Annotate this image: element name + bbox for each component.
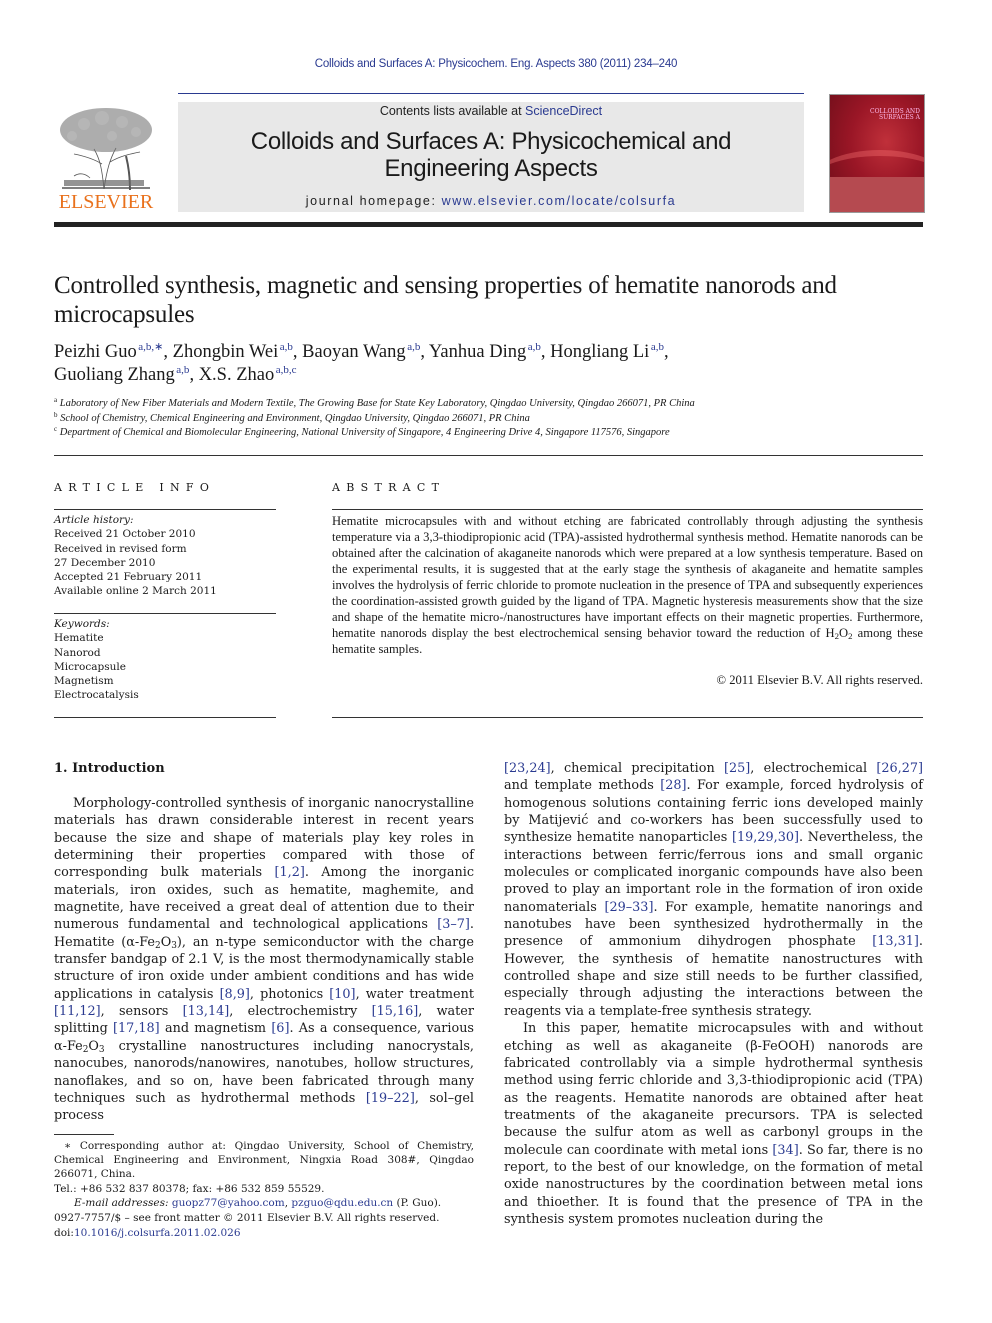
keywords: Keywords: Hematite Nanorod Microcapsule … [54,617,276,703]
affiliation-c: c Department of Chemical and Biomolecula… [54,425,670,439]
citation-link[interactable]: [28] [660,778,686,793]
keyword: Hematite [54,632,104,645]
journal-homepage: journal homepage: www.elsevier.com/locat… [178,194,804,208]
affiliation-marker[interactable]: a,b [651,341,664,353]
keywords-label: Keywords: [54,618,110,630]
journal-title-line-1: Colloids and Surfaces A: Physicochemical… [250,128,732,155]
citation-link[interactable]: [13,31] [872,934,919,949]
citation-link[interactable]: [17,18] [113,1021,160,1036]
affiliation-marker[interactable]: a,b [280,341,293,353]
email-link[interactable]: guopz77@yahoo.com [172,1197,285,1209]
body-column-left: Morphology-controlled synthesis of inorg… [54,795,474,1125]
history-item: Received in revised form [54,542,187,555]
affiliation-a: a Laboratory of New Fiber Materials and … [54,396,695,410]
paragraph: Morphology-controlled synthesis of inorg… [54,796,474,1124]
keyword: Nanorod [54,646,101,659]
history-item: Available online 2 March 2011 [54,585,217,598]
divider [332,717,923,718]
citation-link[interactable]: [29–33] [604,900,653,915]
affiliation-marker[interactable]: a,b [528,341,541,353]
divider [54,717,276,718]
homepage-label: journal homepage: [305,194,442,208]
paragraph: [23,24], chemical precipitation [25], el… [504,761,924,1019]
citation-link[interactable]: [25] [724,761,750,776]
contact-phone: Tel.: +86 532 837 80378; fax: +86 532 85… [54,1182,325,1195]
journal-title-line-2: Engineering Aspects [384,155,598,182]
citation-link[interactable]: [13,14] [183,1004,230,1019]
citation-link[interactable]: [6] [271,1021,289,1036]
affiliation-marker[interactable]: a,b [407,341,420,353]
contents-line: Contents lists available at ScienceDirec… [178,104,804,118]
author[interactable]: Zhongbin Wei a,b [173,341,293,363]
doi-link[interactable]: 10.1016/j.colsurfa.2011.02.026 [74,1227,241,1239]
title-divider [54,455,923,456]
footnote-divider [54,1134,114,1135]
abstract-heading: ABSTRACT [332,481,446,494]
corresponding-author: ∗ Corresponding author at: Qingdao Unive… [54,1140,474,1181]
citation-link[interactable]: [15,16] [372,1004,419,1019]
author[interactable]: Baoyan Wang a,b [302,341,420,363]
header-thick-rule [54,222,923,227]
abstract-body: Hematite microcapsules with and without … [332,514,923,656]
author[interactable]: Yanhua Ding a,b [429,341,541,363]
citation-link[interactable]: [23,24] [504,761,551,776]
author[interactable]: Peizhi Guo a,b,∗ [54,341,163,363]
citation-link[interactable]: [19,29,30] [732,830,799,845]
citation-link[interactable]: [10] [329,987,355,1002]
history-item: Accepted 21 February 2011 [54,571,203,584]
citation-link[interactable]: [1,2] [275,865,305,880]
keyword: Electrocatalysis [54,689,139,702]
divider [54,613,276,614]
divider [54,509,276,510]
sciencedirect-link[interactable]: ScienceDirect [525,104,602,118]
affiliations: a Laboratory of New Fiber Materials and … [54,397,934,441]
abstract-copyright: © 2011 Elsevier B.V. All rights reserved… [716,673,924,687]
email-link[interactable]: pzguo@qdu.edu.cn [291,1197,393,1209]
affiliation-marker[interactable]: a,b,∗ [138,341,163,353]
body-column-right: [23,24], chemical precipitation [25], el… [504,760,923,1228]
affiliation-b: b School of Chemistry, Chemical Engineer… [54,410,530,424]
doi-line: doi:10.1016/j.colsurfa.2011.02.026 [54,1227,241,1239]
contents-prefix: Contents lists available at [379,104,526,118]
article-history: Article history: Received 21 October 201… [54,513,276,599]
paragraph: In this paper, hematite microcapsules wi… [504,1021,923,1227]
cover-bottom-band [830,177,924,212]
journal-reference[interactable]: Colloids and Surfaces A: Physicochem. En… [0,58,992,70]
email-label: E-mail addresses: [74,1196,169,1209]
section-heading-introduction: 1. Introduction [54,761,165,776]
citation-link[interactable]: [26,27] [876,761,923,776]
corresponding-author-footnote: ∗ Corresponding author at: Qingdao Unive… [54,1139,474,1210]
citation-link[interactable]: [19–22] [366,1091,415,1106]
cover-title: COLLOIDS AND SURFACES A [870,108,920,121]
elsevier-wordmark: ELSEVIER [58,191,154,213]
author[interactable]: X.S. Zhao a,b,c [199,364,297,386]
journal-cover-image[interactable]: COLLOIDS AND SURFACES A [829,94,925,213]
issn-line: 0927-7757/$ – see front matter © 2011 El… [54,1212,440,1224]
history-item: Received 21 October 2010 [54,528,196,541]
tree-icon [60,108,152,191]
issn-doi: 0927-7757/$ – see front matter © 2011 El… [54,1211,474,1241]
keyword: Magnetism [54,675,114,688]
email-line: E-mail addresses: guopz77@yahoo.com, pzg… [74,1196,442,1209]
author[interactable]: Guoliang Zhang a,b [54,364,189,386]
divider [332,509,923,510]
history-item: 27 December 2010 [54,556,156,569]
affiliation-marker[interactable]: a,b,c [276,364,297,376]
citation-link[interactable]: [11,12] [54,1004,101,1019]
keyword: Microcapsule [54,660,126,673]
history-label: Article history: [54,514,134,526]
citation-link[interactable]: [8,9] [220,987,250,1002]
header-divider [178,93,804,94]
journal-title: Colloids and Surfaces A: Physicochemical… [178,128,804,182]
journal-masthead: Contents lists available at ScienceDirec… [178,102,804,212]
author-list: Peizhi Guo a,b,∗, Zhongbin Wei a,b, Baoy… [54,341,669,386]
author[interactable]: Hongliang Li a,b [550,341,664,363]
homepage-link[interactable]: www.elsevier.com/locate/colsurfa [442,194,677,208]
citation-link[interactable]: [3–7] [437,917,470,932]
affiliation-marker[interactable]: a,b [176,364,189,376]
article-info-heading: ARTICLE INFO [54,481,216,494]
citation-link[interactable]: [34] [772,1143,798,1158]
article-title: Controlled synthesis, magnetic and sensi… [54,272,837,328]
elsevier-logo[interactable]: ELSEVIER [54,104,158,214]
